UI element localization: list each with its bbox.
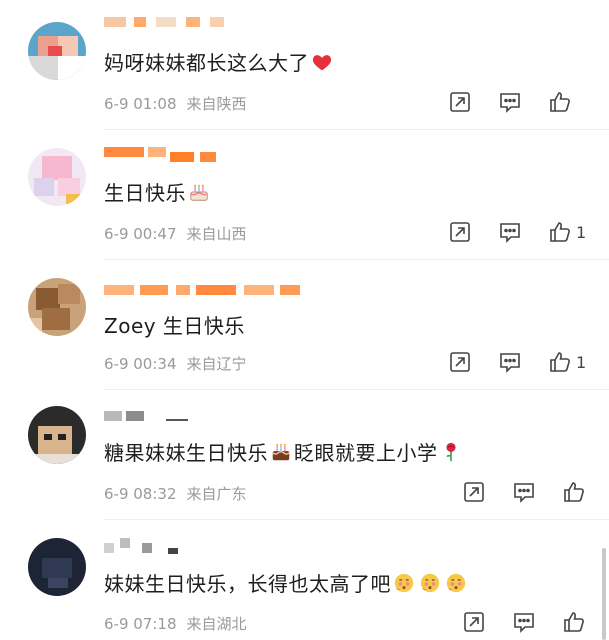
comment-date: 6-9 07:18: [104, 615, 177, 633]
comment-actions: [462, 609, 602, 635]
comment-location: 来自湖北: [186, 615, 247, 633]
cake-icon: [272, 443, 290, 461]
like-button[interactable]: [562, 609, 590, 635]
blushing-face-icon: [394, 573, 414, 593]
comment-actions: 1: [448, 349, 598, 375]
username-redacted[interactable]: [104, 146, 224, 162]
comment-meta: 6-9 08:32 来自广东: [104, 483, 247, 504]
comment-date: 6-9 08:32: [104, 485, 177, 503]
blushing-face-icon: [446, 573, 466, 593]
comment-meta: 6-9 00:34 来自辽宁: [104, 353, 247, 374]
like-button[interactable]: [548, 89, 576, 115]
share-icon: [464, 482, 484, 502]
comment-date: 6-9 00:47: [104, 225, 177, 243]
comment-meta: 6-9 00:47 来自山西: [104, 223, 247, 244]
comment-text: 妈呀妹妹都长这么大了: [104, 47, 335, 76]
share-button[interactable]: [462, 479, 486, 505]
share-button[interactable]: [448, 89, 472, 115]
cake-icon: [190, 184, 208, 201]
reply-button[interactable]: [498, 219, 522, 245]
comment-meta: 6-9 07:18 来自湖北: [104, 613, 247, 634]
heart-icon: [312, 55, 332, 71]
thumbs-up-icon: [564, 612, 584, 632]
username-redacted[interactable]: [104, 284, 304, 296]
comment-text: 妹妹生日快乐，长得也太高了吧: [104, 568, 469, 597]
reply-button[interactable]: [512, 479, 536, 505]
comment-text: Zoey 生日快乐: [104, 314, 245, 338]
avatar[interactable]: [28, 22, 86, 80]
avatar[interactable]: [28, 148, 86, 206]
comment-icon: [500, 93, 520, 113]
scrollbar[interactable]: [602, 548, 606, 640]
avatar[interactable]: [28, 406, 86, 464]
username-redacted[interactable]: [104, 538, 184, 554]
like-button[interactable]: 1: [548, 349, 586, 375]
avatar[interactable]: [28, 278, 86, 336]
share-icon: [450, 352, 470, 372]
like-count: 1: [576, 222, 587, 242]
comment-location: 来自山西: [186, 225, 247, 243]
like-button[interactable]: [562, 479, 590, 505]
avatar[interactable]: [28, 538, 86, 596]
comment-location: 来自辽宁: [186, 355, 247, 373]
comment-icon: [514, 483, 534, 503]
thumbs-up-icon: [550, 352, 570, 372]
share-icon: [450, 222, 470, 242]
comment-icon: [500, 353, 520, 373]
comment-actions: 1: [448, 219, 598, 245]
comment-item: 妹妹生日快乐，长得也太高了吧 6-9 07:18 来自湖北: [0, 520, 609, 640]
comment-actions: [462, 479, 602, 505]
like-button[interactable]: 1: [548, 219, 586, 245]
comment-location: 来自广东: [186, 485, 247, 503]
thumbs-up-icon: [564, 482, 584, 502]
share-button[interactable]: [462, 609, 486, 635]
thumbs-up-icon: [550, 222, 570, 242]
comment-location: 来自陕西: [186, 95, 247, 113]
username-redacted[interactable]: [104, 410, 194, 422]
reply-button[interactable]: [498, 349, 522, 375]
comment-icon: [514, 613, 534, 633]
comment-icon: [500, 223, 520, 243]
reply-button[interactable]: [498, 89, 522, 115]
reply-button[interactable]: [512, 609, 536, 635]
comment-meta: 6-9 01:08 来自陕西: [104, 93, 247, 114]
share-button[interactable]: [448, 349, 472, 375]
comment-item: 生日快乐 6-9 00:47 来自山西 1: [0, 130, 609, 260]
thumbs-up-icon: [550, 92, 570, 112]
username-redacted[interactable]: [104, 16, 244, 28]
share-button[interactable]: [448, 219, 472, 245]
blushing-face-icon: [420, 573, 440, 593]
like-count: 1: [576, 352, 587, 372]
comment-item: 糖果妹妹生日快乐 眨眼就要上小学 6-9 08:32 来自广东: [0, 390, 609, 520]
share-icon: [464, 612, 484, 632]
comment-item: Zoey 生日快乐 6-9 00:34 来自辽宁 1: [0, 260, 609, 390]
comment-date: 6-9 00:34: [104, 355, 177, 373]
comment-actions: [448, 89, 598, 115]
comment-date: 6-9 01:08: [104, 95, 177, 113]
rose-icon: [445, 442, 456, 462]
comment-text: 糖果妹妹生日快乐 眨眼就要上小学: [104, 437, 464, 466]
comment-text: 生日快乐: [104, 177, 212, 206]
share-icon: [450, 92, 470, 112]
comment-item: 妈呀妹妹都长这么大了 6-9 01:08 来自陕西: [0, 0, 609, 130]
